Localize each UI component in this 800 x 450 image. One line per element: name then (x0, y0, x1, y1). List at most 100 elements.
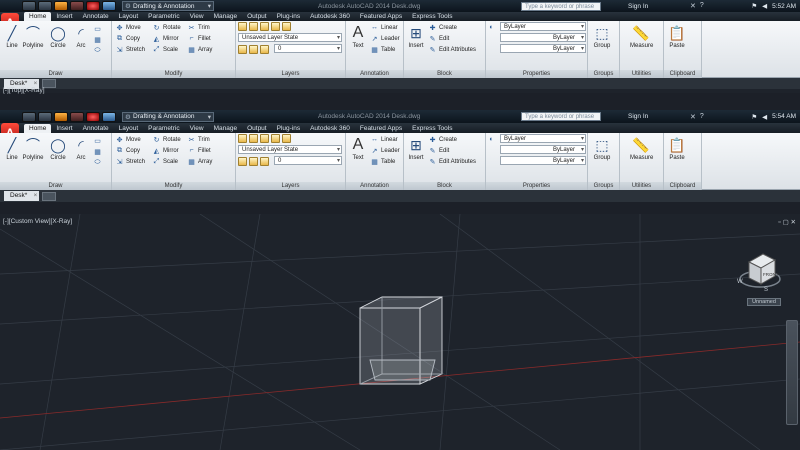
edit-attributes-tool[interactable]: ✎ Edit Attributes (428, 156, 476, 167)
ellipse-tool[interactable]: ⬭ (93, 45, 102, 56)
insert-tool[interactable]: ⊞ Insert (405, 23, 427, 49)
exchange-icon[interactable]: ✕ (690, 113, 696, 121)
match-properties-tool[interactable]: ◐ (487, 134, 496, 145)
search-input[interactable]: Type a keyword or phrase (521, 112, 601, 121)
tab-insert[interactable]: Insert (51, 124, 77, 133)
create-tool[interactable]: ✚ Create (428, 134, 457, 145)
circle-tool[interactable]: ◯ Circle (47, 23, 69, 49)
linear-tool[interactable]: ↔ Linear (370, 134, 398, 145)
polyline-tool[interactable]: ⌒ Polyline (22, 23, 44, 49)
table-tool[interactable]: ▦ Table (370, 156, 395, 167)
autocad-taskbar-icon[interactable] (86, 111, 100, 122)
panel-title-properties[interactable]: Properties (486, 182, 587, 190)
panel-title-block[interactable]: Block (404, 182, 485, 190)
sun-icon[interactable] (249, 157, 258, 166)
tab-express-tools[interactable]: Express Tools (407, 124, 457, 133)
tab-featured-apps[interactable]: Featured Apps (355, 12, 407, 21)
layer-tools[interactable] (238, 134, 291, 143)
array-tool[interactable]: ▦ Array (187, 156, 212, 167)
paste-tool[interactable]: 📋 Paste (666, 23, 688, 49)
color-select[interactable]: ByLayer (500, 22, 586, 31)
layer-icon[interactable] (271, 134, 280, 143)
tab-featured-apps[interactable]: Featured Apps (355, 124, 407, 133)
sun-icon[interactable] (249, 45, 258, 54)
stretch-tool[interactable]: ⇲ Stretch (115, 156, 145, 167)
panel-title-clipboard[interactable]: Clipboard (664, 70, 701, 78)
linetype-select[interactable]: ByLayer (500, 33, 586, 42)
text-tool[interactable]: A Text (347, 23, 369, 49)
line-tool[interactable]: ╱ Line (1, 135, 23, 161)
mirror-tool[interactable]: ◭ Mirror (152, 33, 179, 44)
measure-tool[interactable]: 📏 Measure (630, 135, 653, 161)
layer-toggle-icons[interactable] (238, 45, 269, 54)
flag-icon[interactable]: ⚑ (751, 2, 757, 10)
mirror-tool[interactable]: ◭ Mirror (152, 145, 179, 156)
app-icon[interactable] (70, 1, 84, 11)
panel-title-groups[interactable]: Groups (588, 182, 619, 190)
group-tool[interactable]: ⬚ Group (591, 135, 613, 161)
line-tool[interactable]: ╱ Line (1, 23, 23, 49)
layer-icon[interactable] (249, 22, 258, 31)
tab-autodesk-360[interactable]: Autodesk 360 (305, 12, 355, 21)
panel-title-annotation[interactable]: Annotation (346, 182, 403, 190)
hatch-tool[interactable]: ▦ (93, 146, 102, 157)
panel-title-properties[interactable]: Properties (486, 70, 587, 78)
match-properties-tool[interactable]: ◐ (487, 22, 496, 33)
sign-in-button[interactable]: Sign In (628, 113, 648, 120)
workspace-select[interactable]: ⚙ Drafting & Annotation (122, 1, 214, 11)
panel-title-modify[interactable]: Modify (112, 70, 235, 78)
panel-title-block[interactable]: Block (404, 70, 485, 78)
panel-title-draw[interactable]: Draw (0, 70, 111, 78)
bulb-icon[interactable] (238, 45, 247, 54)
tab-manage[interactable]: Manage (209, 12, 243, 21)
flag-icon[interactable]: ⚑ (751, 113, 757, 121)
view-name-select[interactable]: Unnamed (747, 298, 781, 306)
arc-tool[interactable]: ◜ Arc (70, 135, 92, 161)
linetype-select[interactable]: ByLayer (500, 145, 586, 154)
layer-properties-icon[interactable] (238, 134, 247, 143)
new-file-icon[interactable] (22, 111, 36, 122)
open-file-icon[interactable] (38, 1, 52, 11)
create-tool[interactable]: ✚ Create (428, 22, 457, 33)
tab-layout[interactable]: Layout (114, 124, 144, 133)
panel-title-clipboard[interactable]: Clipboard (664, 182, 701, 190)
fillet-tool[interactable]: ⌐ Fillet (187, 145, 210, 156)
document-tab-desk[interactable]: Desk* (4, 191, 40, 201)
panel-title-modify[interactable]: Modify (112, 182, 235, 190)
tab-annotate[interactable]: Annotate (78, 12, 114, 21)
tab-manage[interactable]: Manage (209, 124, 243, 133)
layer-icon[interactable] (282, 22, 291, 31)
panel-title-annotation[interactable]: Annotation (346, 70, 403, 78)
help-icon[interactable]: ? (700, 2, 704, 10)
scale-tool[interactable]: ⤢ Scale (152, 156, 178, 167)
explorer-icon[interactable] (102, 1, 116, 11)
ellipse-tool[interactable]: ⬭ (93, 157, 102, 168)
layer-icon[interactable] (282, 134, 291, 143)
panel-title-draw[interactable]: Draw (0, 182, 111, 190)
tab-layout[interactable]: Layout (114, 12, 144, 21)
rectangle-tool[interactable]: ▭ (93, 135, 102, 146)
viewcube[interactable]: FRONT W S (735, 246, 785, 296)
rotate-tool[interactable]: ↻ Rotate (152, 22, 181, 33)
panel-title-utilities[interactable]: Utilities (620, 70, 663, 78)
lineweight-select[interactable]: ByLayer (500, 44, 586, 53)
edit-tool[interactable]: ✎ Edit (428, 145, 450, 156)
scale-tool[interactable]: ⤢ Scale (152, 44, 178, 55)
rotate-tool[interactable]: ↻ Rotate (152, 134, 181, 145)
tab-view[interactable]: View (185, 12, 209, 21)
workspace-select[interactable]: ⚙ Drafting & Annotation (122, 111, 214, 122)
edit-attributes-tool[interactable]: ✎ Edit Attributes (428, 44, 476, 55)
group-tool[interactable]: ⬚ Group (591, 23, 613, 49)
layer-properties-icon[interactable] (238, 22, 247, 31)
panel-title-groups[interactable]: Groups (588, 70, 619, 78)
cube[interactable] (359, 296, 443, 385)
autocad-taskbar-icon[interactable] (86, 1, 100, 11)
linear-tool[interactable]: ↔ Linear (370, 22, 398, 33)
tab-insert[interactable]: Insert (51, 12, 77, 21)
media-player-icon[interactable] (54, 1, 68, 11)
viewcube-face-label[interactable]: FRONT (763, 272, 779, 277)
new-tab-button[interactable] (42, 191, 57, 201)
fillet-tool[interactable]: ⌐ Fillet (187, 33, 210, 44)
rectangle-tool[interactable]: ▭ (93, 23, 102, 34)
tab-parametric[interactable]: Parametric (143, 124, 184, 133)
